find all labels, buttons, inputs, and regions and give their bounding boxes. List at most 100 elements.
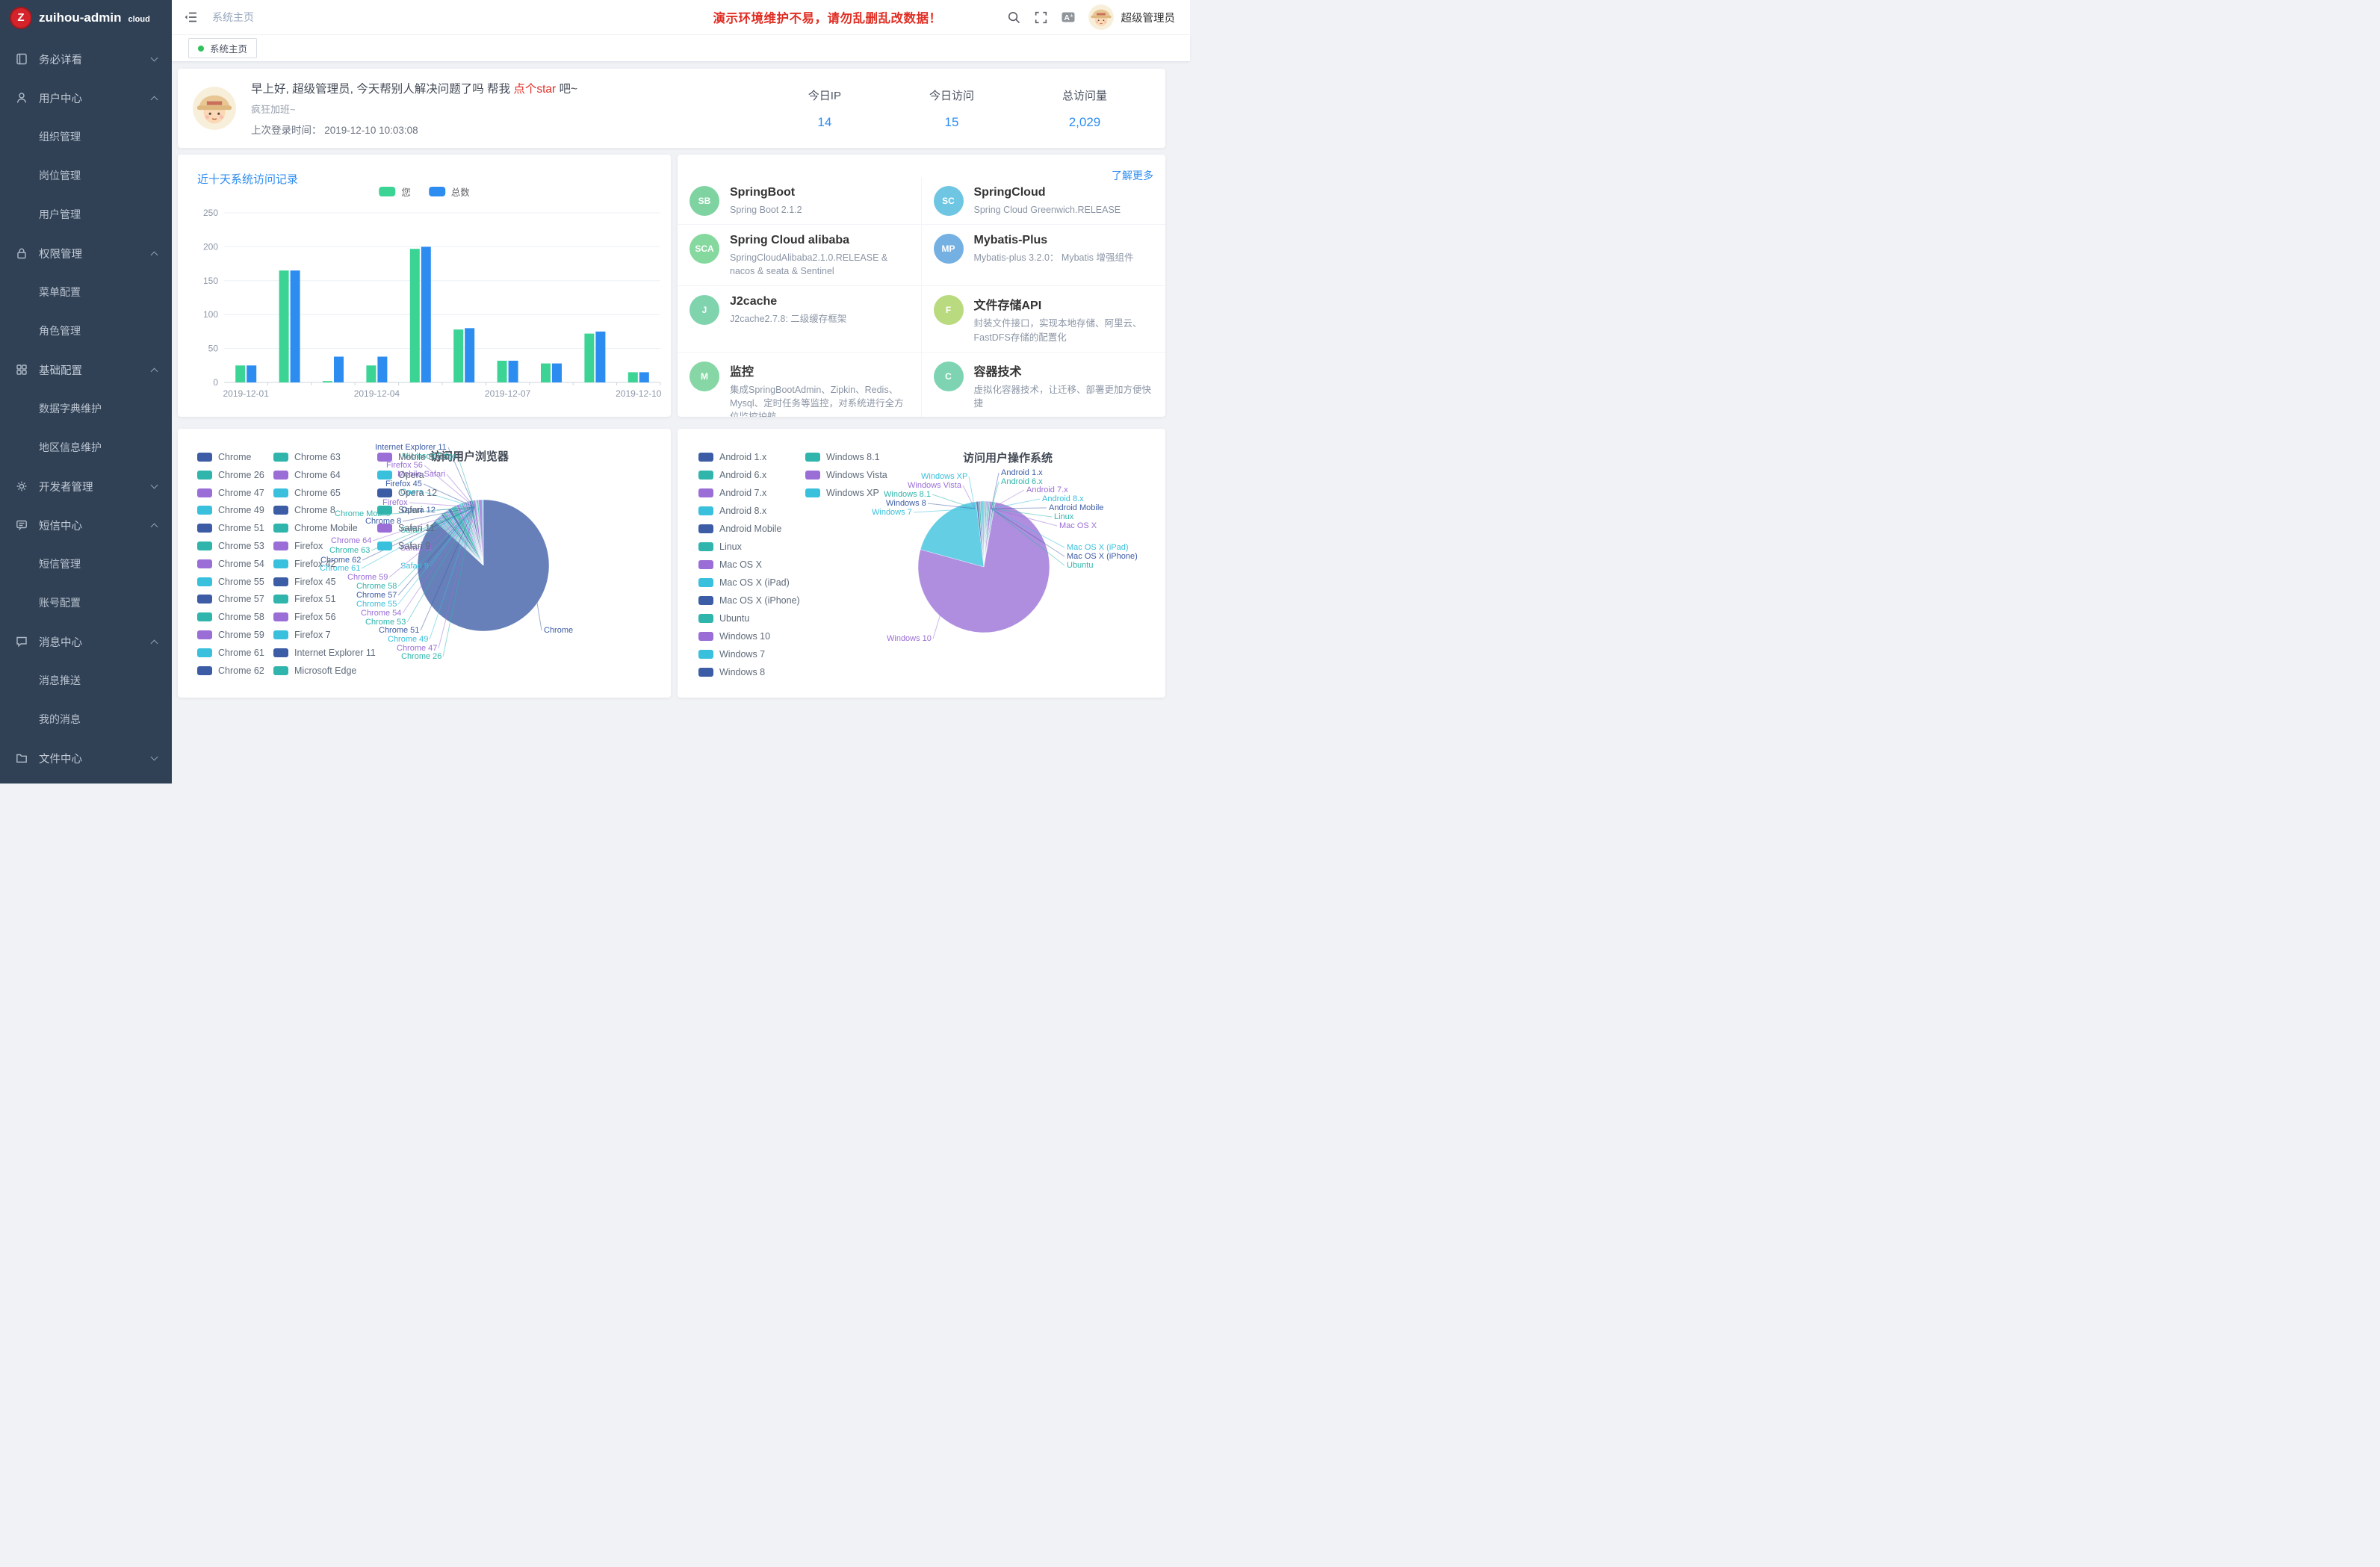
legend-item[interactable]: Safari 9 [377, 541, 430, 551]
bar [279, 270, 289, 382]
sidebar-menu-item[interactable]: 短信中心 [0, 506, 172, 544]
user-avatar[interactable] [1088, 4, 1114, 30]
sidebar-menu-item[interactable]: 用户中心 [0, 78, 172, 117]
legend-item[interactable]: Windows 8.1 [805, 452, 880, 462]
legend-item[interactable]: Opera 12 [377, 488, 437, 498]
stat-value[interactable]: 2,029 [1062, 115, 1107, 130]
legend-item[interactable]: Windows 10 [698, 631, 770, 642]
stat-item: 今日IP14 [808, 87, 841, 130]
legend-item[interactable]: Safari [377, 505, 423, 515]
legend-swatch [377, 506, 392, 515]
sidebar-submenu-item[interactable]: 账号配置 [0, 583, 172, 622]
legend-item[interactable]: Microsoft Edge [273, 665, 356, 676]
sidebar-menu-item[interactable]: 务必详看 [0, 40, 172, 78]
sidebar-menu-item[interactable]: 消息中心 [0, 622, 172, 661]
stat-value[interactable]: 14 [808, 115, 841, 130]
search-icon[interactable] [1007, 10, 1021, 25]
fullscreen-icon[interactable] [1034, 10, 1048, 25]
legend-item[interactable]: Chrome 62 [197, 665, 264, 676]
bar [584, 334, 594, 382]
sidebar-submenu-item[interactable]: 用户管理 [0, 195, 172, 234]
legend-item[interactable]: Android 6.x [698, 470, 766, 480]
legend-item[interactable]: Android Mobile [698, 524, 781, 534]
stat-value[interactable]: 15 [929, 115, 974, 130]
legend-item[interactable]: 您 [379, 184, 411, 199]
legend-item[interactable]: Chrome 64 [273, 470, 341, 480]
legend-item[interactable]: Firefox 45 [273, 577, 336, 587]
legend-item[interactable]: Android 7.x [698, 488, 766, 498]
legend-item[interactable]: Windows XP [805, 488, 879, 498]
sidebar-submenu-item[interactable]: 菜单配置 [0, 273, 172, 311]
legend-item[interactable]: Chrome 59 [197, 630, 264, 640]
sidebar-submenu-item[interactable]: 角色管理 [0, 311, 172, 350]
pie-callout-label: Windows 8.1 [884, 490, 931, 499]
legend-item[interactable]: Android 1.x [698, 452, 766, 462]
sidebar-menu-item[interactable]: 文件中心 [0, 739, 172, 778]
legend-item[interactable]: Mac OS X (iPad) [698, 577, 790, 588]
legend-item[interactable]: Chrome 47 [197, 488, 264, 498]
legend-item[interactable]: Opera [377, 470, 424, 480]
legend-item[interactable]: Chrome 26 [197, 470, 264, 480]
legend-item[interactable]: Chrome 8 [273, 505, 335, 515]
legend-item[interactable]: Firefox 7 [273, 630, 331, 640]
legend-item[interactable]: Mac OS X (iPhone) [698, 595, 800, 606]
sidebar-submenu-item[interactable]: 组织管理 [0, 117, 172, 156]
legend-item[interactable]: Firefox 42 [273, 559, 336, 569]
bar [628, 372, 638, 382]
legend-item[interactable]: Chrome 65 [273, 488, 341, 498]
legend-item[interactable]: Windows 7 [698, 649, 765, 660]
visits-chart-title: 近十天系统访问记录 [197, 171, 298, 187]
sidebar-submenu-item[interactable]: 消息推送 [0, 661, 172, 700]
sidebar-submenu-item[interactable]: 数据字典维护 [0, 389, 172, 428]
star-link[interactable]: 点个star [513, 83, 556, 96]
legend-item[interactable]: Chrome 58 [197, 612, 264, 622]
legend-item[interactable]: Safari 11 [377, 523, 435, 533]
learn-more-link[interactable]: 了解更多 [1112, 168, 1153, 183]
legend-swatch [197, 612, 212, 621]
legend-item[interactable]: Chrome 55 [197, 577, 264, 587]
sidebar-submenu-item[interactable]: 短信管理 [0, 544, 172, 583]
legend-item[interactable]: Chrome 61 [197, 648, 264, 658]
legend-swatch [377, 524, 392, 533]
legend-item[interactable]: Firefox 51 [273, 594, 336, 604]
app-logo[interactable]: Z zuihou-admin cloud [0, 0, 172, 35]
legend-item[interactable]: Chrome 57 [197, 594, 264, 604]
legend-item[interactable]: Chrome 54 [197, 559, 264, 569]
bar [247, 365, 256, 382]
legend-item[interactable]: Mobile Safari [377, 452, 453, 462]
menu-fold-icon[interactable] [184, 10, 199, 25]
tab-item[interactable]: 系统主页 [188, 38, 257, 58]
username[interactable]: 超级管理员 [1121, 10, 1176, 25]
legend-item[interactable]: Windows Vista [805, 470, 887, 480]
legend-item[interactable]: Chrome Mobile [273, 523, 358, 533]
stat-label: 总访问量 [1062, 87, 1107, 103]
bar [639, 372, 649, 382]
legend-item[interactable]: Firefox 56 [273, 612, 336, 622]
legend-item[interactable]: Internet Explorer 11 [273, 648, 376, 658]
sidebar-submenu-item[interactable]: 我的消息 [0, 700, 172, 739]
legend-item[interactable]: 总数 [429, 184, 470, 199]
legend-label: Firefox 56 [294, 612, 336, 622]
legend-item[interactable]: Firefox [273, 541, 323, 551]
font-size-icon[interactable]: A ± [1061, 10, 1076, 25]
sidebar-submenu-item[interactable]: 地区信息维护 [0, 428, 172, 467]
sidebar-submenu-item[interactable]: 岗位管理 [0, 156, 172, 195]
svg-text:250: 250 [203, 208, 218, 218]
legend-item[interactable]: Chrome [197, 452, 251, 462]
sidebar-menu-item[interactable]: 基础配置 [0, 350, 172, 389]
legend-item[interactable]: Chrome 51 [197, 523, 264, 533]
legend-item[interactable]: Chrome 63 [273, 452, 341, 462]
legend-item[interactable]: Ubuntu [698, 613, 749, 624]
legend-label: Chrome 64 [294, 470, 341, 480]
sidebar-menu-item[interactable]: 开发者管理 [0, 467, 172, 506]
legend-item[interactable]: Chrome 49 [197, 505, 264, 515]
legend-item[interactable]: Chrome 53 [197, 541, 264, 551]
legend-item[interactable]: Linux [698, 542, 742, 552]
legend-item[interactable]: Windows 8 [698, 667, 765, 677]
legend-item[interactable]: Mac OS X [698, 559, 762, 570]
legend-label: Windows XP [826, 488, 879, 498]
sidebar-menu-item[interactable]: 权限管理 [0, 234, 172, 273]
svg-text:2019-12-01: 2019-12-01 [223, 388, 270, 399]
os-pie-card: 访问用户操作系统 Windows XPWindows VistaWindows … [678, 429, 1165, 698]
legend-item[interactable]: Android 8.x [698, 506, 766, 516]
